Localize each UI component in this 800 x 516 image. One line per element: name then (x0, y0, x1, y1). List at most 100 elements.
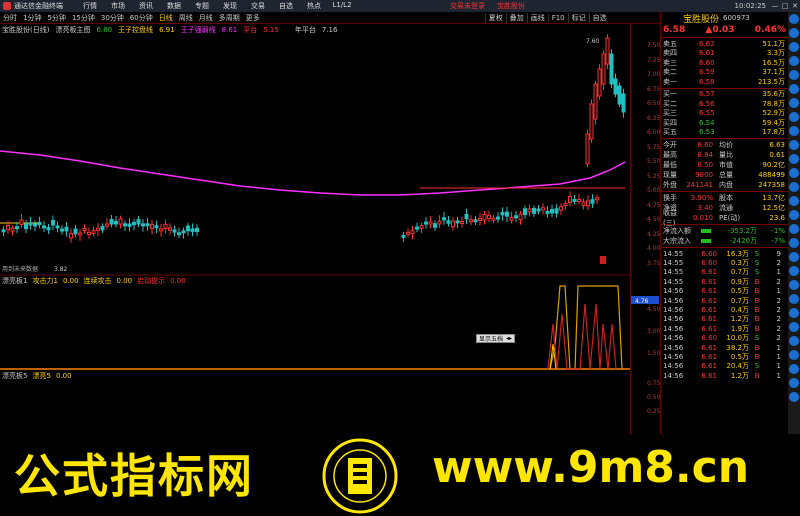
side-icon-24[interactable] (789, 336, 799, 346)
side-icon-8[interactable] (789, 112, 799, 122)
candle (469, 219, 473, 223)
panel-stock-name[interactable]: 宝胜股份 (661, 12, 719, 25)
candle (446, 220, 451, 224)
sub1-name[interactable]: 漂亮板1 (2, 276, 27, 286)
side-icon-15[interactable] (789, 210, 799, 220)
overlay-button[interactable]: 叠加 (505, 12, 527, 23)
order-book-row[interactable]: 买三 6.55 52.9万 (661, 109, 788, 119)
side-icon-2[interactable] (789, 28, 799, 38)
order-book-row[interactable]: 卖三 6.60 16.5万 (661, 58, 788, 68)
side-icon-4[interactable] (789, 56, 799, 66)
side-icon-28[interactable] (789, 392, 799, 402)
close-button[interactable]: ✕ (790, 2, 800, 10)
side-icon-25[interactable] (789, 350, 799, 360)
stat-b: 0.61 (769, 151, 785, 159)
show-five-level-button[interactable]: 显示五档 ◂▸ (476, 334, 516, 343)
side-icon-10[interactable] (789, 140, 799, 150)
period-multi[interactable]: 多周期 (216, 13, 243, 23)
order-book-row[interactable]: 卖五 6.62 51.1万 (661, 39, 788, 49)
chart-header: 宝胜股份(日线) 漂亮板主图 6.80 王子控盘线 6.91 王子强弱线 8.6… (0, 24, 337, 35)
sub2-name[interactable]: 漂亮板5 (2, 371, 27, 381)
order-book-row[interactable]: 买四 6.54 59.4万 (661, 118, 788, 128)
side-icon-13[interactable] (789, 182, 799, 192)
indicator-l5: 年平台 (294, 25, 316, 34)
period-1min[interactable]: 1分钟 (20, 13, 44, 23)
side-icon-12[interactable] (789, 168, 799, 178)
side-icon-17[interactable] (789, 238, 799, 248)
side-icon-27[interactable] (789, 378, 799, 388)
watchlist-button[interactable]: 自选 (588, 12, 610, 23)
menu-zixun[interactable]: 资讯 (132, 1, 160, 11)
candle (518, 213, 523, 221)
menu-shichang[interactable]: 市场 (104, 1, 132, 11)
order-book-v: 37.1万 (762, 68, 785, 77)
kline-chart[interactable]: 7.60 用到未来数据 3.82 4.76 (0, 24, 660, 434)
tick-n: 2 (776, 306, 781, 315)
order-book-row[interactable]: 买五 6.53 17.8万 (661, 128, 788, 138)
side-icon-5[interactable] (789, 70, 799, 80)
period-30min[interactable]: 30分钟 (98, 13, 127, 23)
side-icon-20[interactable] (789, 280, 799, 290)
candle (613, 78, 618, 95)
period-month[interactable]: 月线 (196, 13, 216, 23)
side-icon-7[interactable] (789, 98, 799, 108)
order-book-row[interactable]: 卖一 6.58 213.5万 (661, 77, 788, 87)
side-icon-22[interactable] (789, 308, 799, 318)
tick-list[interactable]: 14:55 6.60 16.3万 S 9 14:55 6.60 0.3万 S 2 14:55 6.61… (661, 249, 788, 380)
menu-zixuan[interactable]: 自选 (272, 1, 300, 11)
period-fenshi[interactable]: 分时 (0, 13, 20, 23)
menu-zhuanti[interactable]: 专题 (188, 1, 216, 11)
menu-jiaoyi[interactable]: 交易 (244, 1, 272, 11)
mark-button[interactable]: 标记 (567, 12, 589, 23)
fuquan-button[interactable]: 夏权 (484, 12, 506, 23)
period-60min[interactable]: 60分钟 (127, 13, 156, 23)
order-book-row[interactable]: 买一 6.57 35.6万 (661, 90, 788, 100)
side-icon-16[interactable] (789, 224, 799, 234)
menu-level[interactable]: L1/L2 (328, 1, 356, 11)
order-book-row[interactable]: 卖四 6.61 3.3万 (661, 49, 788, 59)
menu-hangqing[interactable]: 行情 (76, 1, 104, 11)
f10-button[interactable]: F10 (547, 13, 568, 22)
candle (500, 212, 505, 216)
candle (433, 223, 437, 228)
login-alert[interactable]: 交易未登录 (450, 1, 485, 11)
menu-redian[interactable]: 热点 (300, 1, 328, 11)
side-icon-26[interactable] (789, 364, 799, 374)
menu-faxian[interactable]: 发现 (216, 1, 244, 11)
period-more[interactable]: 更多 (243, 13, 263, 23)
order-book-row[interactable]: 买二 6.56 78.8万 (661, 99, 788, 109)
side-icon-3[interactable] (789, 42, 799, 52)
side-icon-19[interactable] (789, 266, 799, 276)
candle (42, 225, 46, 229)
candle (585, 133, 590, 165)
minimize-button[interactable]: — (770, 2, 780, 10)
price-row: 6.58 ▲0.03 0.46% (661, 24, 788, 36)
candle (118, 218, 123, 225)
side-icon-23[interactable] (789, 322, 799, 332)
side-icon-6[interactable] (789, 84, 799, 94)
axis-tick-label: 7.25 (647, 56, 661, 64)
axis-tick-label: 6.75 (647, 85, 661, 93)
menu-shuju[interactable]: 数据 (160, 1, 188, 11)
tick-row: 14:56 6.61 0.5万 B 1 (661, 352, 788, 361)
axis-tick-label: 6.50 (647, 100, 661, 107)
order-book-row[interactable]: 卖二 6.59 37.1万 (661, 68, 788, 78)
chart-indicator-name[interactable]: 漂亮板主图 (55, 25, 90, 35)
candle (145, 223, 150, 227)
period-5min[interactable]: 5分钟 (44, 13, 68, 23)
watermark-banner: 公式指标网 www.9m8.cn (0, 434, 800, 516)
stat-l: 现量 (663, 171, 677, 179)
draw-button[interactable]: 画线 (526, 12, 548, 23)
period-15min[interactable]: 15分钟 (69, 13, 98, 23)
side-icon-14[interactable] (789, 196, 799, 206)
candle (581, 201, 586, 207)
side-icon-1[interactable] (789, 14, 799, 24)
side-icon-11[interactable] (789, 154, 799, 164)
side-icon-18[interactable] (789, 252, 799, 262)
side-icon-21[interactable] (789, 294, 799, 304)
maximize-button[interactable]: □ (780, 2, 790, 10)
panel-stock-code: 600973 (723, 14, 750, 22)
side-icon-9[interactable] (789, 126, 799, 136)
period-week[interactable]: 周线 (176, 13, 196, 23)
period-day[interactable]: 日线 (156, 13, 176, 23)
